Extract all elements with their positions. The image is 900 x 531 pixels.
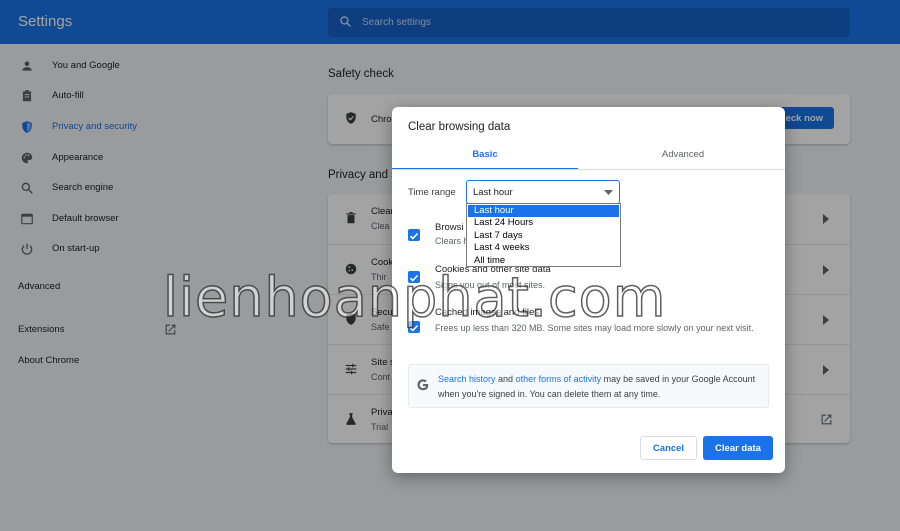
time-range-option[interactable]: Last 24 Hours: [468, 217, 619, 229]
caret-down-icon: [604, 190, 613, 195]
option-title: Browsi: [435, 222, 464, 233]
search-history-link[interactable]: Search history: [438, 374, 496, 384]
time-range-select[interactable]: Last hour: [466, 180, 620, 204]
time-range-option[interactable]: Last hour: [468, 205, 619, 218]
time-range-option[interactable]: Last 4 weeks: [468, 242, 619, 254]
other-activity-link[interactable]: other forms of activity: [516, 374, 602, 384]
clear-data-button[interactable]: Clear data: [703, 436, 773, 460]
time-range-value: Last hour: [473, 187, 513, 198]
time-range-dropdown: Last hour Last 24 Hours Last 7 days Last…: [466, 203, 621, 267]
checkmark-icon: [409, 232, 419, 240]
tab-basic[interactable]: Basic: [392, 144, 578, 170]
dialog-title: Clear browsing data: [408, 121, 511, 133]
notice-and: and: [495, 374, 516, 384]
tabs-divider: [392, 169, 785, 170]
google-account-notice: Search history and other forms of activi…: [408, 364, 769, 408]
time-range-label: Time range: [408, 187, 456, 198]
google-notice-text: Search history and other forms of activi…: [438, 372, 763, 402]
tab-advanced[interactable]: Advanced: [590, 144, 776, 170]
time-range-option[interactable]: Last 7 days: [468, 230, 619, 242]
google-g-icon: [417, 379, 429, 391]
cancel-button[interactable]: Cancel: [640, 436, 697, 460]
watermark: lienhoanphat.com: [162, 265, 667, 330]
checkbox-browsing-history[interactable]: [408, 229, 420, 241]
